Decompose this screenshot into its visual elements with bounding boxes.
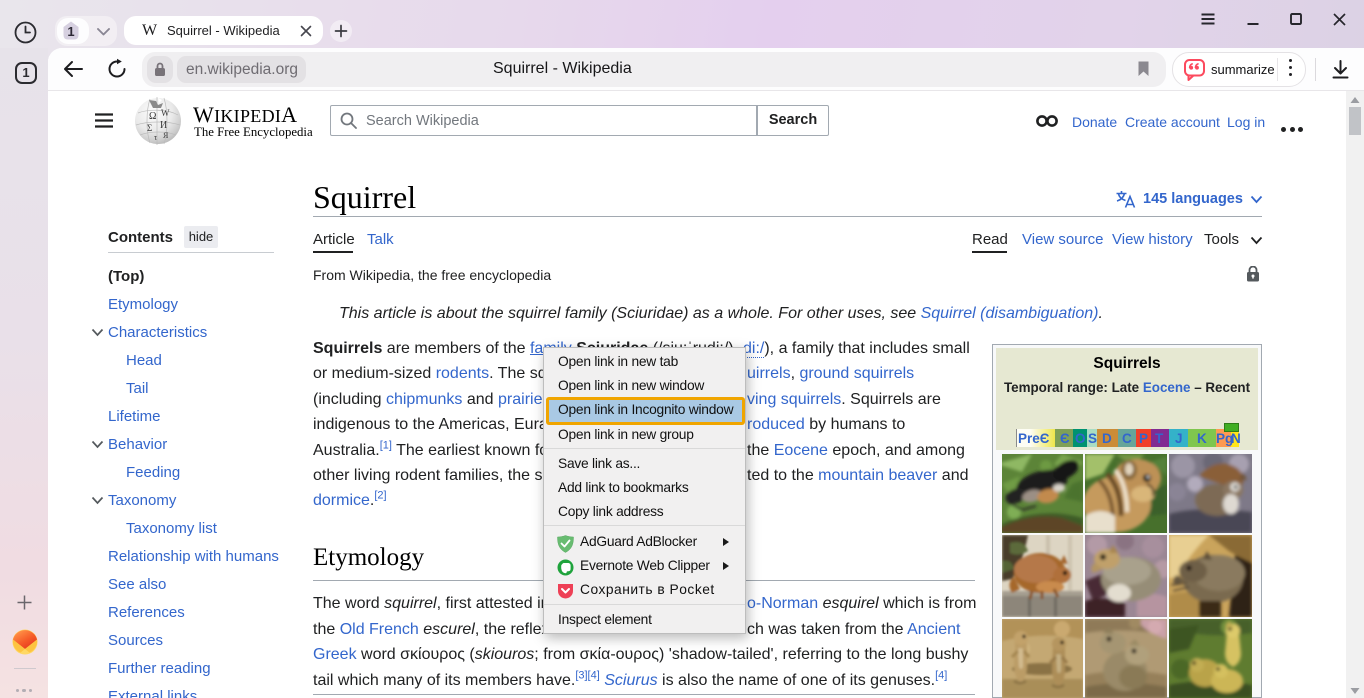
svg-text:Ω: Ω	[149, 111, 156, 122]
svg-text:W: W	[161, 108, 170, 118]
svg-text:И: И	[160, 120, 167, 131]
svg-text:Я: Я	[163, 131, 169, 140]
svg-text:Σ: Σ	[147, 123, 152, 133]
